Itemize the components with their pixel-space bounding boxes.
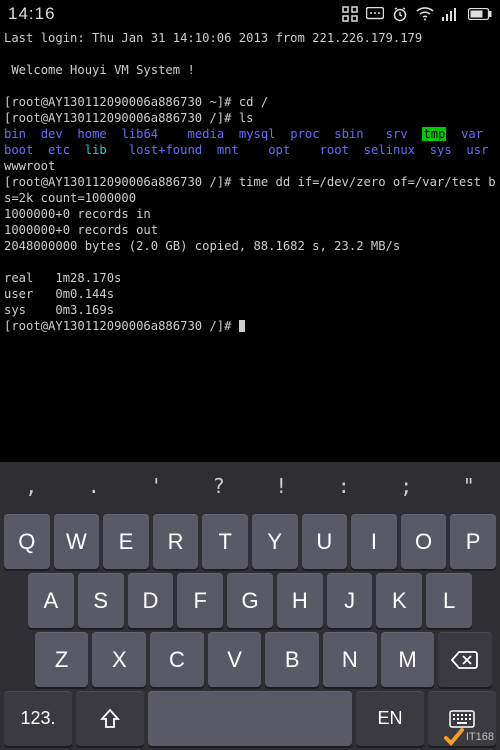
key-question[interactable]: ? <box>209 474 229 498</box>
key-comma[interactable]: , <box>21 474 41 498</box>
key-backspace[interactable] <box>438 632 492 687</box>
wifi-icon <box>416 7 434 21</box>
key-i[interactable]: I <box>351 514 397 569</box>
status-time: 14:16 <box>8 4 56 24</box>
key-r[interactable]: R <box>153 514 199 569</box>
key-numbers[interactable]: 123. <box>4 691 72 746</box>
key-h[interactable]: H <box>277 573 323 628</box>
key-u[interactable]: U <box>302 514 348 569</box>
line-time-user: user 0m0.144s <box>4 287 114 301</box>
dir: lib64 <box>121 127 158 141</box>
key-dquote[interactable]: " <box>459 474 479 498</box>
prompt: [root@AY130112090006a886730 ~]# <box>4 95 239 109</box>
key-shift[interactable] <box>76 691 144 746</box>
alarm-icon <box>392 6 408 22</box>
dir: selinux <box>364 143 415 157</box>
key-o[interactable]: O <box>401 514 447 569</box>
dir: media <box>188 127 225 141</box>
shift-icon <box>99 708 121 730</box>
dir: sbin <box>334 127 363 141</box>
line-welcome: Welcome Houyi VM System ! <box>4 63 195 77</box>
line-records-out: 1000000+0 records out <box>4 223 158 237</box>
key-row-3: Z X C V B N M <box>4 632 496 687</box>
apps-icon <box>342 6 358 22</box>
dir: var <box>461 127 483 141</box>
dir: opt <box>268 143 290 157</box>
key-k[interactable]: K <box>376 573 422 628</box>
dir: mnt <box>217 143 239 157</box>
key-b[interactable]: B <box>265 632 319 687</box>
status-bar: 14:16 <box>0 0 500 28</box>
dir: etc <box>48 143 70 157</box>
dir: boot <box>4 143 33 157</box>
prompt: [root@AY130112090006a886730 /]# <box>4 175 239 189</box>
key-v[interactable]: V <box>208 632 262 687</box>
key-n[interactable]: N <box>323 632 377 687</box>
line-bytes: 2048000000 bytes (2.0 GB) copied, 88.168… <box>4 239 400 253</box>
prompt: [root@AY130112090006a886730 /]# <box>4 319 239 333</box>
key-exclaim[interactable]: ! <box>271 474 291 498</box>
key-f[interactable]: F <box>177 573 223 628</box>
battery-icon <box>468 8 492 20</box>
prompt: [root@AY130112090006a886730 /]# <box>4 111 239 125</box>
terminal-output[interactable]: Last login: Thu Jan 31 14:10:06 2013 fro… <box>0 28 500 462</box>
key-semicolon[interactable]: ; <box>396 474 416 498</box>
status-icons <box>342 6 492 22</box>
key-y[interactable]: Y <box>252 514 298 569</box>
message-icon <box>366 7 384 21</box>
dir: lost+found <box>129 143 202 157</box>
key-row-1: Q W E R T Y U I O P <box>4 514 496 569</box>
key-l[interactable]: L <box>426 573 472 628</box>
key-t[interactable]: T <box>202 514 248 569</box>
key-s[interactable]: S <box>78 573 124 628</box>
key-colon[interactable]: : <box>334 474 354 498</box>
key-row-2: A S D F G H J K L <box>4 573 496 628</box>
dir: dev <box>41 127 63 141</box>
key-p[interactable]: P <box>450 514 496 569</box>
dir: sys <box>430 143 452 157</box>
cursor <box>239 320 245 332</box>
punctuation-row: , . ' ? ! : ; " <box>0 462 500 510</box>
key-e[interactable]: E <box>103 514 149 569</box>
line-last-login: Last login: Thu Jan 31 14:10:06 2013 fro… <box>4 31 422 45</box>
key-row-4: 123. EN <box>4 691 496 746</box>
dir: root <box>320 143 349 157</box>
dir: mysql <box>239 127 276 141</box>
key-period[interactable]: . <box>84 474 104 498</box>
signal-icon <box>442 7 460 21</box>
key-j[interactable]: J <box>327 573 373 628</box>
key-c[interactable]: C <box>150 632 204 687</box>
backspace-icon <box>451 650 479 670</box>
key-d[interactable]: D <box>128 573 174 628</box>
key-g[interactable]: G <box>227 573 273 628</box>
dir: bin <box>4 127 26 141</box>
dir: usr <box>466 143 488 157</box>
dir: home <box>77 127 106 141</box>
dir: proc <box>290 127 319 141</box>
key-w[interactable]: W <box>54 514 100 569</box>
key-z[interactable]: Z <box>35 632 89 687</box>
key-space[interactable] <box>148 691 352 746</box>
line-time-sys: sys 0m3.169s <box>4 303 114 317</box>
key-a[interactable]: A <box>28 573 74 628</box>
dir: srv <box>386 127 408 141</box>
soft-keyboard: , . ' ? ! : ; " Q W E R T Y U I O P A <box>0 462 500 750</box>
key-q[interactable]: Q <box>4 514 50 569</box>
key-m[interactable]: M <box>381 632 435 687</box>
key-apostrophe[interactable]: ' <box>146 474 166 498</box>
line-time-real: real 1m28.170s <box>4 271 121 285</box>
dir: lib <box>85 143 107 157</box>
key-x[interactable]: X <box>92 632 146 687</box>
line-records-in: 1000000+0 records in <box>4 207 151 221</box>
keyboard-icon <box>449 710 475 728</box>
dir-tmp: tmp <box>422 127 446 141</box>
dir: wwwroot <box>4 159 55 173</box>
key-keyboard-switch[interactable] <box>428 691 496 746</box>
key-language[interactable]: EN <box>356 691 424 746</box>
